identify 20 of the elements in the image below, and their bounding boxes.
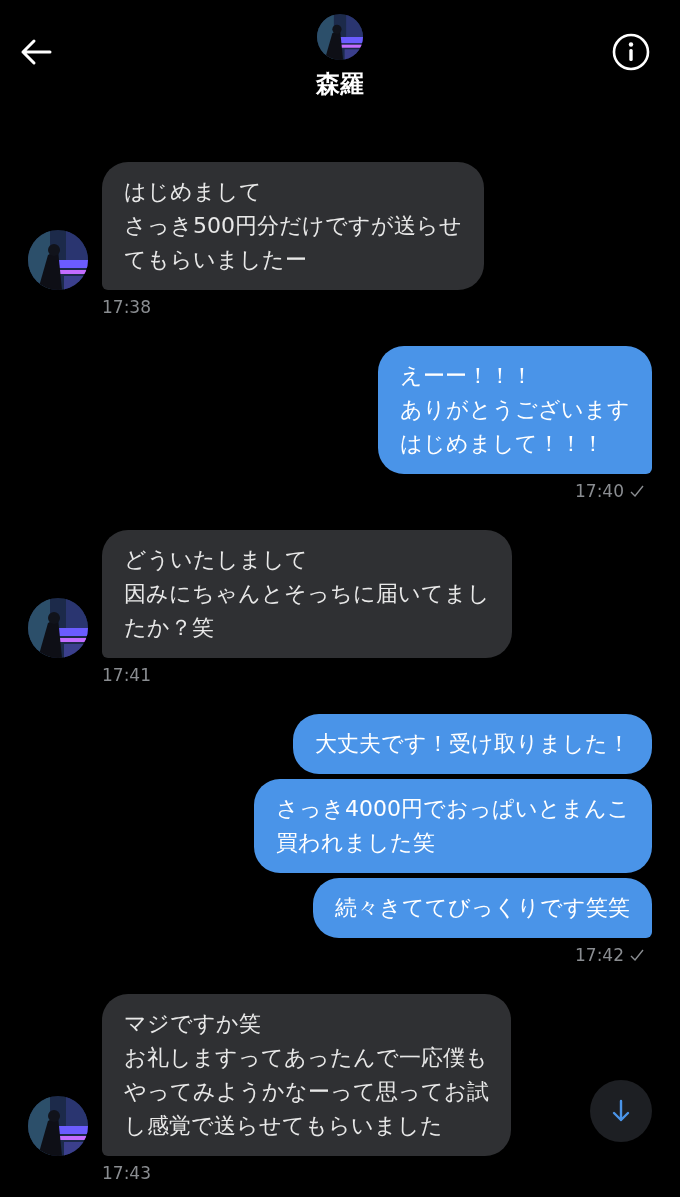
- info-icon[interactable]: [612, 33, 650, 71]
- message-bubble: 大丈夫です！受け取りました！: [293, 714, 652, 774]
- message-bubble: どういたしまして 因みにちゃんとそっちに届いてまし たか？笑: [102, 530, 512, 658]
- timestamp: 17:43: [102, 1162, 151, 1184]
- back-icon[interactable]: [20, 38, 52, 66]
- timestamp: 17:40: [575, 480, 624, 502]
- message-bubble: えーー！！！ ありがとうございます はじめまして！！！: [378, 346, 652, 474]
- arrow-down-icon: [612, 1099, 630, 1123]
- contact-name: 森羅: [315, 69, 365, 100]
- message-bubble: 続々きててびっくりです笑笑: [313, 878, 652, 938]
- avatar[interactable]: [28, 230, 88, 290]
- message-bubble: はじめまして さっき500円分だけですが送らせ てもらいましたー: [102, 162, 484, 290]
- avatar[interactable]: [28, 1096, 88, 1156]
- message-bubble: マジですか笑 お礼しますってあったんで一応僕も やってみようかなーって思ってお試 し感覚で送らせてもらいました: [102, 994, 511, 1156]
- timestamp: 17:41: [102, 664, 151, 686]
- timestamp: 17:38: [102, 296, 151, 318]
- avatar[interactable]: [28, 598, 88, 658]
- message-bubble: さっき4000円でおっぱいとまんこ 買われました笑: [254, 779, 652, 873]
- avatar[interactable]: [317, 14, 363, 60]
- timestamp: 17:42: [575, 944, 624, 966]
